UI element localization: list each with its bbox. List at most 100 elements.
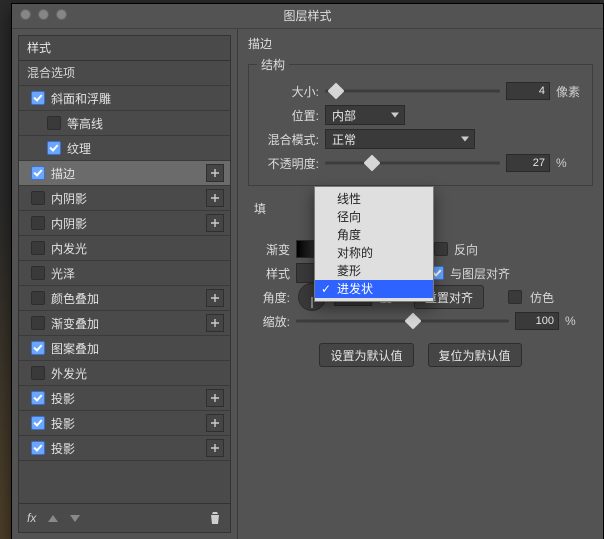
add-effect-button[interactable] [206, 289, 224, 307]
layer-style-window: 图层样式 样式 混合选项 斜面和浮雕等高线纹理描边内阴影内阴影内发光光泽颜色叠加… [12, 4, 603, 539]
reset-default-button[interactable]: 复位为默认值 [428, 343, 522, 367]
dropdown-option[interactable]: 进发状 [315, 280, 433, 298]
effect-label: 光泽 [51, 265, 224, 282]
dropdown-option[interactable]: 菱形 [315, 262, 433, 280]
fx-menu-button[interactable]: fx [27, 511, 36, 525]
effect-row[interactable]: 投影 [19, 386, 230, 411]
effect-row[interactable]: 内发光 [19, 236, 230, 261]
reverse-checkbox[interactable] [434, 242, 448, 256]
dropdown-option[interactable]: 径向 [315, 208, 433, 226]
effect-label: 内阴影 [51, 215, 200, 232]
effect-row[interactable]: 斜面和浮雕 [19, 86, 230, 111]
structure-group: 结构 大小: 像素 位置: 内部 混合模式: [248, 56, 593, 186]
effect-label: 斜面和浮雕 [51, 90, 224, 107]
effect-checkbox[interactable] [47, 141, 61, 155]
zoom-window-button[interactable] [56, 9, 67, 20]
effect-row[interactable]: 图案叠加 [19, 336, 230, 361]
effect-checkbox[interactable] [31, 91, 45, 105]
effect-checkbox[interactable] [31, 266, 45, 280]
effect-label: 纹理 [67, 140, 224, 157]
delete-effect-button[interactable] [208, 511, 222, 525]
dither-checkbox[interactable] [508, 290, 522, 304]
effect-checkbox[interactable] [31, 316, 45, 330]
position-value: 内部 [332, 107, 356, 124]
effect-row[interactable]: 描边 [19, 161, 230, 186]
effect-row[interactable]: 等高线 [19, 111, 230, 136]
effect-row[interactable]: 光泽 [19, 261, 230, 286]
effect-label: 图案叠加 [51, 340, 224, 357]
effect-label: 描边 [51, 165, 200, 182]
close-window-button[interactable] [20, 9, 31, 20]
effect-label: 内发光 [51, 240, 224, 257]
align-label: 与图层对齐 [450, 265, 510, 282]
effect-checkbox[interactable] [31, 216, 45, 230]
blend-mode-value: 正常 [332, 131, 356, 148]
effect-row[interactable]: 颜色叠加 [19, 286, 230, 311]
move-down-button[interactable] [70, 515, 80, 522]
add-effect-button[interactable] [206, 314, 224, 332]
style-dropdown-popup[interactable]: 线性径向角度对称的菱形进发状 [314, 186, 434, 302]
add-effect-button[interactable] [206, 389, 224, 407]
position-label: 位置: [257, 107, 319, 124]
gradient-label: 渐变 [248, 241, 290, 258]
scale-label: 缩放: [248, 313, 290, 330]
effect-checkbox[interactable] [31, 191, 45, 205]
style-label: 样式 [248, 265, 290, 282]
blend-mode-select[interactable]: 正常 [325, 129, 475, 149]
panel-title: 描边 [248, 35, 593, 52]
effect-checkbox[interactable] [31, 391, 45, 405]
effect-row[interactable]: 内阴影 [19, 211, 230, 236]
effect-row[interactable]: 纹理 [19, 136, 230, 161]
blending-options-row[interactable]: 混合选项 [19, 61, 230, 86]
effect-label: 颜色叠加 [51, 290, 200, 307]
opacity-input[interactable] [506, 154, 550, 172]
size-unit: 像素 [556, 83, 584, 100]
effect-row[interactable]: 渐变叠加 [19, 311, 230, 336]
add-effect-button[interactable] [206, 164, 224, 182]
effect-checkbox[interactable] [31, 241, 45, 255]
effect-label: 外发光 [51, 365, 224, 382]
size-input[interactable] [506, 82, 550, 100]
reverse-label: 反向 [454, 241, 478, 258]
effect-checkbox[interactable] [47, 116, 61, 130]
set-default-button[interactable]: 设置为默认值 [319, 343, 413, 367]
window-titlebar[interactable]: 图层样式 [12, 4, 603, 29]
position-select[interactable]: 内部 [325, 105, 405, 125]
dropdown-option[interactable]: 对称的 [315, 244, 433, 262]
effect-row[interactable]: 外发光 [19, 361, 230, 386]
styles-sidebar: 样式 混合选项 斜面和浮雕等高线纹理描边内阴影内阴影内发光光泽颜色叠加渐变叠加图… [12, 29, 238, 539]
effect-checkbox[interactable] [31, 166, 45, 180]
blend-mode-label: 混合模式: [257, 131, 319, 148]
scale-slider[interactable] [296, 315, 509, 327]
add-effect-button[interactable] [206, 189, 224, 207]
add-effect-button[interactable] [206, 214, 224, 232]
effect-label: 内阴影 [51, 190, 200, 207]
effect-checkbox[interactable] [31, 441, 45, 455]
add-effect-button[interactable] [206, 439, 224, 457]
scale-unit: % [565, 314, 593, 328]
structure-legend: 结构 [257, 56, 289, 73]
effect-checkbox[interactable] [31, 291, 45, 305]
effect-row[interactable]: 内阴影 [19, 186, 230, 211]
dropdown-option[interactable]: 角度 [315, 226, 433, 244]
scale-input[interactable] [515, 312, 559, 330]
move-up-button[interactable] [48, 515, 58, 522]
effect-label: 等高线 [67, 115, 224, 132]
effect-checkbox[interactable] [31, 341, 45, 355]
size-label: 大小: [257, 83, 319, 100]
size-slider[interactable] [325, 85, 500, 97]
opacity-slider[interactable] [325, 157, 500, 169]
effect-checkbox[interactable] [31, 366, 45, 380]
window-title: 图层样式 [283, 9, 331, 23]
effect-label: 投影 [51, 390, 200, 407]
effect-label: 渐变叠加 [51, 315, 200, 332]
add-effect-button[interactable] [206, 414, 224, 432]
dropdown-option[interactable]: 线性 [315, 190, 433, 208]
effect-label: 投影 [51, 440, 200, 457]
effect-row[interactable]: 投影 [19, 436, 230, 461]
opacity-label: 不透明度: [257, 155, 319, 172]
opacity-unit: % [556, 156, 584, 170]
effect-row[interactable]: 投影 [19, 411, 230, 436]
effect-checkbox[interactable] [31, 416, 45, 430]
minimize-window-button[interactable] [38, 9, 49, 20]
